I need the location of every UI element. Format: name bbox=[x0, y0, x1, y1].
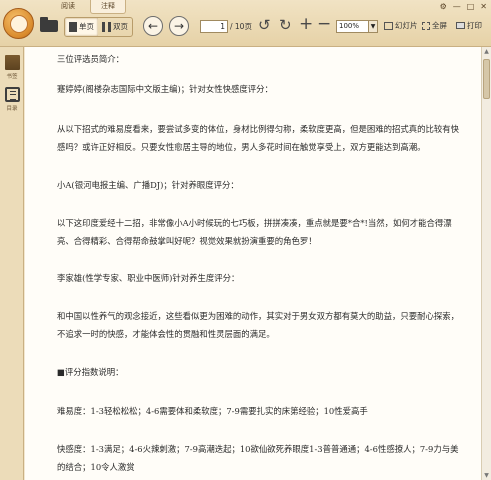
tab-annotation[interactable]: 注释 bbox=[90, 0, 126, 14]
folder-icon bbox=[40, 17, 58, 32]
zoom-value: 100% bbox=[339, 22, 360, 30]
paragraph-reviewer-2-text: 以下这印度爱经十二招，非常像小A小时候玩的七巧板，拼拼凑凑，重点就是要*合*!当… bbox=[57, 218, 452, 246]
sidebar-item-toc[interactable]: 目录 bbox=[2, 87, 22, 112]
left-sidebar: 书签 目录 bbox=[0, 47, 24, 480]
zoom-in-icon[interactable]: + bbox=[299, 16, 313, 33]
mode-tabs: 阅读 注释 bbox=[50, 0, 126, 14]
scroll-down-icon[interactable]: ▼ bbox=[482, 471, 491, 480]
close-icon[interactable]: ✕ bbox=[480, 2, 487, 12]
paragraph-reviewer-3-text: 和中国以性养气的观念接近，这些看似更为困难的动作，其实对于男女双方都有莫大的助益… bbox=[57, 311, 459, 339]
window-controls: ⚙ — □ ✕ bbox=[440, 2, 487, 12]
paragraph-reviewer-1-text: 从以下招式的难易度看来，要尝试多变的体位，身材比例得匀称，柔软度更高，但是困难的… bbox=[57, 124, 459, 152]
maximize-icon[interactable]: □ bbox=[467, 2, 475, 12]
scroll-thumb[interactable] bbox=[483, 59, 490, 99]
paragraph-reviewer-2: 小A(银河电报主编、广播DJ)；针对养眼度评分： bbox=[57, 180, 239, 190]
top-toolbar: 阅读 注释 ⚙ — □ ✕ 单页 双页 ← → 1 / 10页 ↺ ↻ + − … bbox=[0, 0, 491, 47]
printer-icon bbox=[456, 22, 465, 29]
arrow-left-icon: ← bbox=[143, 16, 163, 36]
toc-icon bbox=[4, 87, 20, 102]
view-mode-segment: 单页 双页 bbox=[64, 17, 133, 37]
minimize-icon[interactable]: — bbox=[453, 2, 461, 12]
arrow-right-icon: → bbox=[169, 16, 189, 36]
next-page-button[interactable]: → bbox=[169, 16, 189, 36]
sidebar-item-bookmarks[interactable]: 书签 bbox=[2, 55, 22, 80]
paragraph-reviewer-3: 李家雄(性学专家、职业中医师)针对养生度评分： bbox=[57, 273, 240, 283]
single-page-button[interactable]: 单页 bbox=[65, 18, 98, 36]
slideshow-icon bbox=[384, 21, 393, 30]
slideshow-button[interactable]: 幻灯片 bbox=[384, 20, 418, 31]
paragraph-difficulty: 难易度：1-3轻松松松；4-6需要体和柔软度；7-9需要扎实的床第经验；10性爱… bbox=[57, 406, 368, 416]
rotate-left-icon[interactable]: ↺ bbox=[258, 18, 271, 33]
double-page-icon bbox=[102, 22, 111, 32]
zoom-out-icon[interactable]: − bbox=[317, 16, 331, 33]
prev-page-button[interactable]: ← bbox=[143, 16, 163, 36]
chevron-down-icon: ▼ bbox=[368, 21, 377, 32]
vertical-scrollbar[interactable]: ▲ ▼ bbox=[481, 47, 491, 480]
double-page-button[interactable]: 双页 bbox=[98, 18, 132, 36]
paragraph-reviewer-1: 蹇婷婷(阁楼杂志国际中文版主编)；针对女性快感度评分： bbox=[57, 84, 273, 94]
settings-icon[interactable]: ⚙ bbox=[440, 2, 447, 12]
page-number-input[interactable]: 1 bbox=[200, 20, 228, 33]
cover-thumbnail-icon bbox=[4, 55, 20, 70]
fullscreen-icon bbox=[422, 21, 430, 30]
app-logo-icon[interactable] bbox=[3, 8, 34, 39]
rotate-right-icon[interactable]: ↻ bbox=[279, 18, 292, 33]
single-page-icon bbox=[69, 22, 77, 32]
document-page: 三位评选员简介： 蹇婷婷(阁楼杂志国际中文版主编)；针对女性快感度评分： 从以下… bbox=[25, 47, 481, 480]
print-button[interactable]: 打印 bbox=[456, 20, 482, 31]
zoom-select[interactable]: 100% ▼ bbox=[336, 20, 378, 33]
scroll-up-icon[interactable]: ▲ bbox=[482, 47, 491, 56]
paragraph-intro: 三位评选员简介： bbox=[57, 54, 124, 64]
open-folder-button[interactable] bbox=[39, 17, 59, 33]
tab-reading[interactable]: 阅读 bbox=[50, 0, 86, 14]
paragraph-score-heading: ■评分指数说明： bbox=[57, 367, 124, 377]
page-total-label: / 10页 bbox=[230, 22, 252, 31]
paragraph-pleasure: 快感度：1-3满足；4-6火辣刺激；7-9高潮迭起；10欲仙欲死养眼度1-3普普… bbox=[57, 444, 459, 472]
fullscreen-button[interactable]: 全屏 bbox=[422, 20, 447, 31]
